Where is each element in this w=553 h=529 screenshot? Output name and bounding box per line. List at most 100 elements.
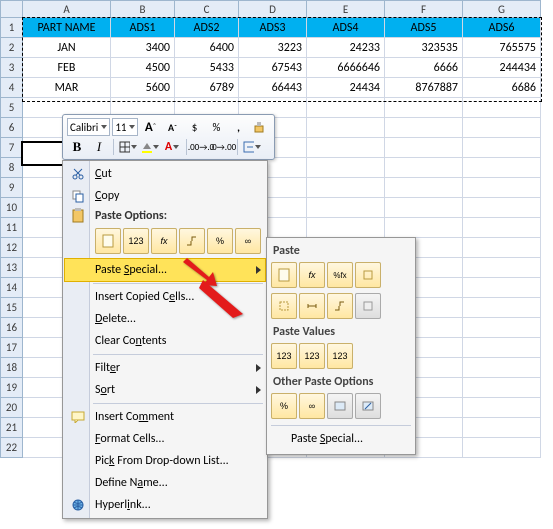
menu-pick-dropdown[interactable]: Pick From Drop-down List...: [65, 450, 265, 472]
font-color-button[interactable]: A: [162, 137, 182, 157]
cell-G13[interactable]: [463, 258, 541, 278]
sub-other-picture[interactable]: [327, 393, 353, 419]
paste-option-formatting[interactable]: %: [207, 228, 233, 254]
cell-E11[interactable]: [307, 218, 385, 238]
menu-delete[interactable]: Delete...: [65, 308, 265, 330]
col-header-G[interactable]: G: [463, 1, 541, 18]
cell-G18[interactable]: [463, 358, 541, 378]
col-header-D[interactable]: D: [239, 1, 307, 18]
sub-values[interactable]: 123: [271, 343, 297, 369]
cell-G8[interactable]: [463, 158, 541, 178]
menu-hyperlink[interactable]: Hyperlink...: [65, 494, 265, 516]
italic-button[interactable]: I: [89, 137, 109, 157]
format-painter-button[interactable]: [250, 117, 270, 137]
sub-paste-all[interactable]: [271, 262, 297, 288]
cell-F1[interactable]: ADS5: [385, 18, 463, 38]
cell-D3[interactable]: 67543: [239, 58, 307, 78]
row-header-18[interactable]: 18: [1, 358, 23, 378]
cell-E7[interactable]: [307, 138, 385, 158]
percent-format-button[interactable]: %: [206, 117, 226, 137]
sub-paste-source-fmt[interactable]: [355, 262, 381, 288]
menu-insert-copied[interactable]: Insert Copied Cells...: [65, 286, 265, 308]
cell-F7[interactable]: [385, 138, 463, 158]
font-size-select[interactable]: 11: [112, 118, 138, 136]
cell-F2[interactable]: 323535: [385, 38, 463, 58]
row-header-13[interactable]: 13: [1, 258, 23, 278]
cell-G7[interactable]: [463, 138, 541, 158]
paste-option-transpose[interactable]: [179, 228, 205, 254]
col-header-B[interactable]: B: [111, 1, 175, 18]
cell-G9[interactable]: [463, 178, 541, 198]
row-header-3[interactable]: 3: [1, 58, 23, 78]
row-header-14[interactable]: 14: [1, 278, 23, 298]
cell-C2[interactable]: 6400: [175, 38, 239, 58]
row-header-1[interactable]: 1: [1, 18, 23, 38]
row-header-12[interactable]: 12: [1, 238, 23, 258]
menu-copy[interactable]: Copy: [65, 185, 265, 207]
context-menu[interactable]: Cut Copy Paste Options: 123 fx % ∞ Paste…: [62, 160, 268, 519]
comma-format-button[interactable]: ,: [228, 117, 248, 137]
menu-define-name[interactable]: Define Name...: [65, 472, 265, 494]
menu-insert-comment[interactable]: Insert Comment: [65, 406, 265, 428]
sub-other-linked-pic[interactable]: [355, 393, 381, 419]
cell-G12[interactable]: [463, 238, 541, 258]
sub-paste-formulas[interactable]: fx: [299, 262, 325, 288]
cell-D1[interactable]: ADS3: [239, 18, 307, 38]
sub-values-src-fmt[interactable]: 123: [327, 343, 353, 369]
row-header-8[interactable]: 8: [1, 158, 23, 178]
shrink-font-button[interactable]: Aˇ: [162, 117, 182, 137]
font-name-select[interactable]: Calibri: [67, 118, 110, 136]
cell-A4[interactable]: MAR: [23, 78, 111, 98]
cell-G10[interactable]: [463, 198, 541, 218]
menu-sort[interactable]: Sort: [65, 379, 265, 401]
decrease-decimal-button[interactable]: .00→.0: [191, 137, 211, 157]
paste-option-values[interactable]: 123: [123, 228, 149, 254]
cell-G3[interactable]: 244434: [463, 58, 541, 78]
cell-F4[interactable]: 8767887: [385, 78, 463, 98]
sub-other-link[interactable]: ∞: [299, 393, 325, 419]
menu-format-cells[interactable]: Format Cells...: [65, 428, 265, 450]
cell-F9[interactable]: [385, 178, 463, 198]
cell-B3[interactable]: 4500: [111, 58, 175, 78]
row-header-5[interactable]: 5: [1, 98, 23, 118]
cell-G2[interactable]: 765575: [463, 38, 541, 58]
cell-F3[interactable]: 6666: [385, 58, 463, 78]
cell-B4[interactable]: 5600: [111, 78, 175, 98]
col-header-E[interactable]: E: [307, 1, 385, 18]
cell-E2[interactable]: 24233: [307, 38, 385, 58]
cell-E3[interactable]: 6666646: [307, 58, 385, 78]
row-header-21[interactable]: 21: [1, 418, 23, 438]
cell-C3[interactable]: 5433: [175, 58, 239, 78]
cell-D4[interactable]: 66443: [239, 78, 307, 98]
cell-B2[interactable]: 3400: [111, 38, 175, 58]
paste-option-formulas[interactable]: fx: [151, 228, 177, 254]
accounting-format-button[interactable]: $: [184, 117, 204, 137]
increase-decimal-button[interactable]: .0→.00: [213, 137, 233, 157]
cell-G15[interactable]: [463, 298, 541, 318]
sub-paste-merge-cond[interactable]: [355, 293, 381, 319]
cell-A3[interactable]: FEB: [23, 58, 111, 78]
select-all-corner[interactable]: [1, 1, 23, 18]
menu-clear-contents[interactable]: Clear Contents: [65, 330, 265, 352]
row-header-2[interactable]: 2: [1, 38, 23, 58]
bold-button[interactable]: B: [67, 137, 87, 157]
cell-E6[interactable]: [307, 118, 385, 138]
mini-toolbar[interactable]: Calibri 11 Aˆ Aˇ $ % , B I A .00→.0 .0→.…: [62, 114, 275, 160]
cell-F5[interactable]: [385, 98, 463, 118]
cell-E5[interactable]: [307, 98, 385, 118]
cell-G11[interactable]: [463, 218, 541, 238]
cell-E8[interactable]: [307, 158, 385, 178]
grow-font-button[interactable]: Aˆ: [140, 117, 160, 137]
cell-F10[interactable]: [385, 198, 463, 218]
row-header-19[interactable]: 19: [1, 378, 23, 398]
cell-A1[interactable]: PART NAME: [23, 18, 111, 38]
sub-paste-no-borders[interactable]: [271, 293, 297, 319]
cell-D2[interactable]: 3223: [239, 38, 307, 58]
col-header-A[interactable]: A: [23, 1, 111, 18]
cell-G5[interactable]: [463, 98, 541, 118]
cell-E4[interactable]: 24434: [307, 78, 385, 98]
cell-B1[interactable]: ADS1: [111, 18, 175, 38]
paste-option-all[interactable]: [95, 228, 121, 254]
cell-G14[interactable]: [463, 278, 541, 298]
row-header-22[interactable]: 22: [1, 438, 23, 458]
